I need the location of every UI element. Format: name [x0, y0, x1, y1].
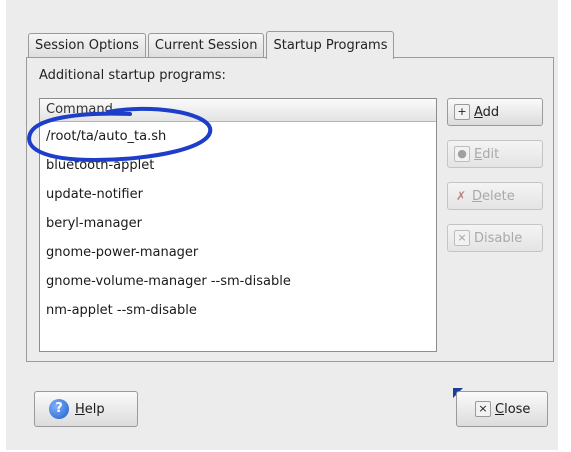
column-header-command[interactable]: Command — [40, 99, 436, 122]
tab-bar: Session Options Current Session Startup … — [28, 30, 396, 59]
add-button[interactable]: + Add — [447, 98, 543, 126]
startup-programs-list[interactable]: Command /root/ta/auto_ta.sh bluetooth-ap… — [39, 98, 437, 352]
close-button[interactable]: × Close — [456, 391, 548, 427]
startup-programs-panel: Additional startup programs: Command /ro… — [26, 57, 554, 362]
list-item[interactable]: update-notifier — [40, 180, 436, 209]
disable-label: Disable — [474, 230, 523, 246]
help-button[interactable]: ? Help — [34, 391, 138, 427]
add-label: Add — [474, 104, 500, 120]
tab-session-options[interactable]: Session Options — [28, 33, 146, 58]
disable-icon: × — [454, 230, 470, 246]
delete-icon: ✗ — [455, 189, 467, 203]
list-item[interactable]: beryl-manager — [40, 209, 436, 238]
session-preferences-dialog: Session Options Current Session Startup … — [6, 0, 558, 450]
list-item[interactable]: /root/ta/auto_ta.sh — [40, 122, 436, 151]
close-label: Close — [495, 401, 531, 417]
list-item[interactable]: bluetooth-applet — [40, 151, 436, 180]
disable-button[interactable]: × Disable — [447, 224, 543, 252]
delete-button[interactable]: ✗ Delete — [447, 182, 543, 210]
tab-current-session[interactable]: Current Session — [147, 33, 265, 58]
edit-icon: ● — [454, 146, 470, 162]
list-item[interactable]: gnome-power-manager — [40, 238, 436, 267]
list-item[interactable]: gnome-volume-manager --sm-disable — [40, 267, 436, 296]
list-item[interactable]: nm-applet --sm-disable — [40, 296, 436, 325]
section-label: Additional startup programs: — [39, 68, 226, 83]
close-icon: × — [475, 401, 491, 417]
help-icon: ? — [49, 399, 69, 419]
edit-label: Edit — [474, 146, 500, 162]
delete-label: Delete — [472, 188, 515, 204]
help-label: Help — [75, 401, 105, 417]
plus-icon: + — [454, 104, 470, 120]
edit-button[interactable]: ● Edit — [447, 140, 543, 168]
tab-startup-programs[interactable]: Startup Programs — [266, 31, 395, 59]
